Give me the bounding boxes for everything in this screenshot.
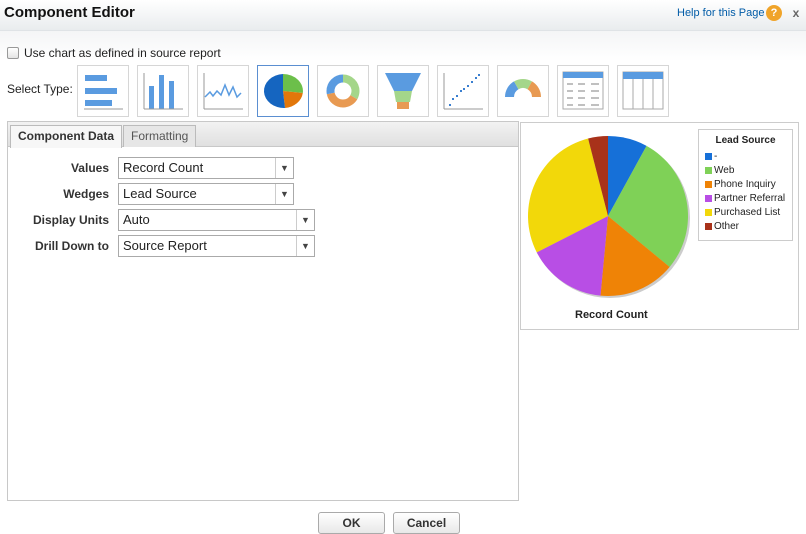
ok-button[interactable]: OK: [318, 512, 385, 534]
legend-label: Partner Referral: [714, 192, 786, 204]
page-title: Component Editor: [4, 4, 135, 21]
wedges-select[interactable]: Lead Source ▼: [118, 183, 294, 205]
legend-item: Partner Referral: [705, 191, 786, 205]
metric-table-icon: [622, 71, 664, 110]
vertical-bar-chart-icon: [143, 73, 183, 110]
chart-type-gauge[interactable]: [497, 65, 549, 117]
use-source-chart-label: Use chart as defined in source report: [24, 46, 221, 60]
scatter-chart-icon: [443, 73, 483, 110]
legend-item: Web: [705, 163, 786, 177]
chevron-down-icon: ▼: [275, 184, 293, 204]
values-row: Values Record Count ▼: [8, 157, 294, 179]
legend-swatch: [705, 208, 712, 216]
table-chart-icon: [562, 71, 604, 110]
use-source-chart-checkbox[interactable]: [7, 47, 19, 59]
legend-label: Web: [714, 164, 735, 176]
legend-swatch: [705, 222, 712, 230]
tab-component-data[interactable]: Component Data: [10, 125, 122, 148]
close-button[interactable]: x: [787, 4, 805, 22]
gauge-chart-icon: [505, 78, 541, 97]
funnel-chart-icon: [385, 73, 421, 109]
legend-swatch: [705, 152, 712, 160]
display-units-row: Display Units Auto ▼: [8, 209, 315, 231]
chart-type-scatter[interactable]: [437, 65, 489, 117]
values-select[interactable]: Record Count ▼: [118, 157, 294, 179]
chart-type-table[interactable]: [557, 65, 609, 117]
drill-down-select[interactable]: Source Report ▼: [118, 235, 315, 257]
chart-legend: Lead Source - Web Phone Inquiry Partner Ref…: [698, 129, 793, 241]
chart-type-horizontal-bar[interactable]: [77, 65, 129, 117]
line-chart-icon: [203, 73, 243, 110]
legend-label: Purchased List: [714, 206, 781, 218]
pie-chart-icon: [263, 74, 303, 109]
display-units-select-value: Auto: [123, 212, 150, 227]
horizontal-bar-chart-icon: [84, 75, 123, 110]
legend-swatch: [705, 194, 712, 202]
display-units-select[interactable]: Auto ▼: [118, 209, 315, 231]
wedges-label: Wedges: [63, 187, 109, 201]
legend-item: Other: [705, 219, 786, 233]
chart-type-line[interactable]: [197, 65, 249, 117]
chart-type-metric-table[interactable]: [617, 65, 669, 117]
legend-swatch: [705, 166, 712, 174]
tab-formatting[interactable]: Formatting: [123, 125, 197, 147]
chart-preview: Lead Source - Web Phone Inquiry Partner Ref…: [520, 122, 799, 330]
chart-type-funnel[interactable]: [377, 65, 429, 117]
chart-title: Record Count: [575, 309, 648, 321]
drill-down-select-value: Source Report: [123, 238, 207, 253]
display-units-label: Display Units: [32, 213, 109, 227]
legend-swatch: [705, 180, 712, 188]
wedges-select-value: Lead Source: [123, 186, 197, 201]
tab-bar: Component Data Formatting: [8, 122, 518, 148]
cancel-button[interactable]: Cancel: [393, 512, 460, 534]
chevron-down-icon: ▼: [296, 210, 314, 230]
chart-type-pie[interactable]: [257, 65, 309, 117]
help-link[interactable]: Help for this Page: [677, 7, 764, 19]
chart-type-donut[interactable]: [317, 65, 369, 117]
component-settings-panel: Component Data Formatting Values Record …: [7, 121, 519, 501]
drill-down-label: Drill Down to: [35, 239, 109, 253]
wedges-row: Wedges Lead Source ▼: [8, 183, 294, 205]
legend-label: Other: [714, 220, 740, 232]
values-select-value: Record Count: [123, 160, 204, 175]
chevron-down-icon: ▼: [275, 158, 293, 178]
donut-chart-icon: [326, 74, 360, 108]
chevron-down-icon: ▼: [296, 236, 314, 256]
legend-item: Purchased List: [705, 205, 786, 219]
title-bar: Component Editor Help for this Page ? x: [0, 0, 806, 31]
legend-label: Phone Inquiry: [714, 178, 776, 190]
select-type-label: Select Type:: [7, 82, 73, 96]
legend-label: -: [714, 150, 718, 162]
legend-title: Lead Source: [715, 135, 776, 146]
values-label: Values: [70, 161, 109, 175]
chart-type-picker: [77, 65, 669, 117]
legend-item: -: [705, 149, 786, 163]
chart-type-vertical-bar[interactable]: [137, 65, 189, 117]
help-icon[interactable]: ?: [766, 5, 782, 21]
pie-chart: [528, 136, 690, 298]
drill-down-row: Drill Down to Source Report ▼: [8, 235, 315, 257]
legend-item: Phone Inquiry: [705, 177, 786, 191]
